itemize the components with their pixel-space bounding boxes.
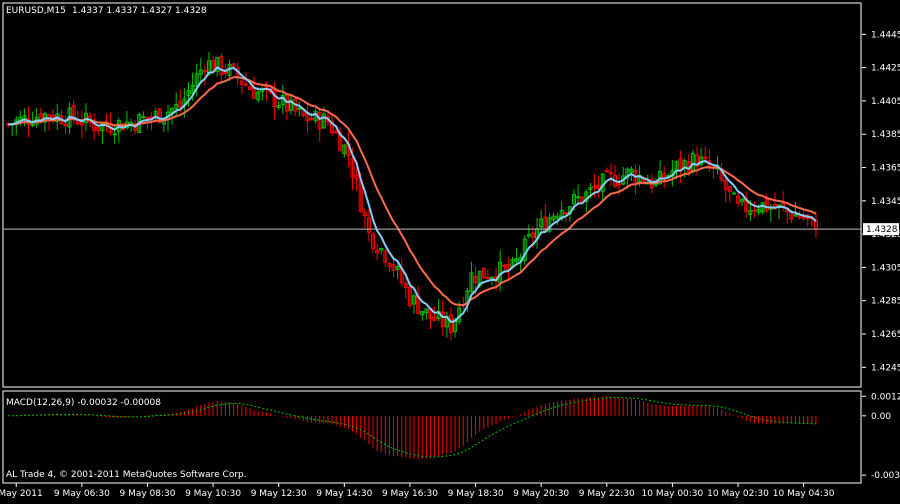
chart-window: 1.4445 1.4425 1.4405 1.4385 1.4365 1.4345 1.43… bbox=[0, 0, 900, 500]
ohlc-label: 1.4337 1.4337 1.4327 1.4328 bbox=[72, 6, 207, 16]
copyright-text: AL Trade 4, © 2001-2011 MetaQuotes Softw… bbox=[6, 470, 247, 480]
price-tick-label: 1.4285 bbox=[871, 297, 900, 307]
time-tick-label: 9 May 22:30 bbox=[579, 489, 635, 499]
price-tick-label: 1.4245 bbox=[871, 363, 900, 373]
candle-body bbox=[297, 107, 302, 110]
time-tick-label: 9 May 16:30 bbox=[382, 489, 438, 499]
price-tick-label: 1.4265 bbox=[871, 330, 900, 340]
time-tick-label: 10 May 02:30 bbox=[707, 489, 769, 499]
time-tick-label: 9 May 06:30 bbox=[54, 489, 110, 499]
macd-tick-label: 0.0012 bbox=[871, 392, 900, 402]
candle-body bbox=[604, 170, 609, 173]
time-tick-label: 9 May 12:30 bbox=[251, 489, 307, 499]
candle-body bbox=[608, 172, 613, 175]
time-tick-label: 10 May 00:30 bbox=[642, 489, 704, 499]
candle-body bbox=[112, 133, 117, 136]
candle-body bbox=[502, 264, 507, 267]
macd-tick-label: -0.00364 bbox=[871, 471, 900, 481]
time-tick-label: 9 May 18:30 bbox=[448, 489, 504, 499]
time-tick-label: 9 May 2011 bbox=[0, 489, 43, 499]
candle-body bbox=[30, 123, 35, 126]
candle-body bbox=[202, 70, 207, 73]
candle-body bbox=[752, 209, 757, 212]
candle-body bbox=[617, 183, 622, 186]
candle-body bbox=[334, 131, 339, 134]
chart-background bbox=[0, 0, 900, 500]
price-chart-svg: 1.4445 1.4425 1.4405 1.4385 1.4365 1.4345 1.43… bbox=[0, 0, 900, 500]
time-tick-label: 9 May 14:30 bbox=[316, 489, 372, 499]
candle-body bbox=[731, 192, 736, 195]
symbol-label: EURUSD,M15 bbox=[6, 6, 66, 16]
time-tick-label: 9 May 08:30 bbox=[119, 489, 175, 499]
time-tick-label: 10 May 04:30 bbox=[773, 489, 835, 499]
time-tick-label: 9 May 20:30 bbox=[513, 489, 569, 499]
candle-body bbox=[576, 196, 581, 199]
price-tick-label: 1.4365 bbox=[871, 164, 900, 174]
price-tick-label: 1.4445 bbox=[871, 30, 900, 40]
candle-body bbox=[141, 116, 146, 119]
current-price-label: 1.4328 bbox=[866, 225, 898, 235]
price-tick-label: 1.4425 bbox=[871, 64, 900, 74]
macd-tick-label: 0.00 bbox=[871, 412, 891, 422]
price-tick-label: 1.4305 bbox=[871, 263, 900, 273]
price-tick-label: 1.4405 bbox=[871, 97, 900, 107]
price-tick-label: 1.4345 bbox=[871, 197, 900, 207]
price-tick-label: 1.4385 bbox=[871, 130, 900, 140]
time-tick-label: 9 May 10:30 bbox=[185, 489, 241, 499]
macd-label: MACD(12,26,9) -0.00032 -0.00008 bbox=[6, 398, 161, 408]
